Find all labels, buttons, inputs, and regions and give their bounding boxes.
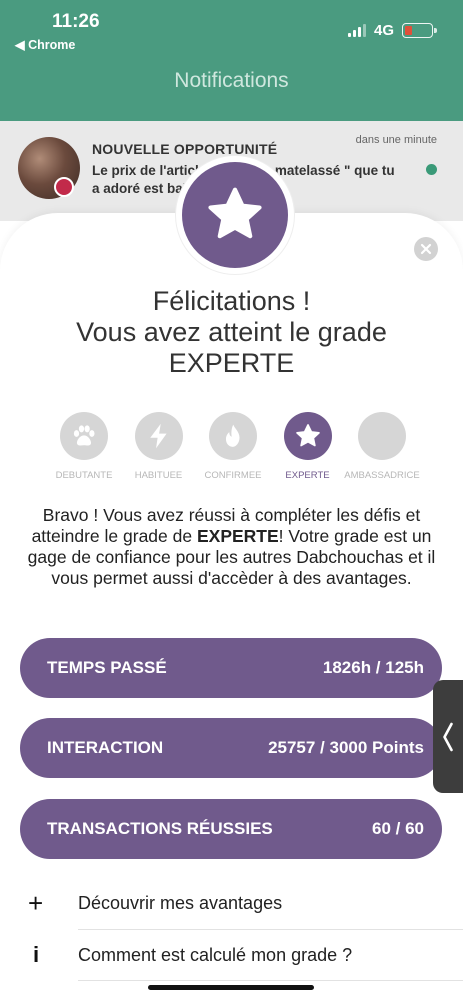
blank-icon: [358, 412, 406, 460]
grade-habituee[interactable]: HABITUEE: [123, 412, 195, 481]
stat-label: INTERACTION: [47, 738, 164, 757]
side-drawer-handle[interactable]: [433, 680, 463, 793]
grade-progress: DEBUTANTE HABITUEE CONFIRMEE EXPERTE AMB…: [48, 412, 420, 481]
battery-icon: [402, 23, 437, 38]
stat-label: TEMPS PASSÉ: [47, 658, 167, 677]
app-header: 11:26 ◀ Chrome 4G Notifications: [0, 0, 463, 121]
grade-label: DEBUTANTE: [55, 470, 113, 481]
grade-description: Bravo ! Vous avez réussi à compléter les…: [14, 505, 449, 589]
unread-dot-icon: [426, 164, 437, 175]
stat-label: TRANSACTIONS RÉUSSIES: [47, 819, 273, 838]
tag-badge-icon: [54, 177, 74, 197]
grade-confirmee[interactable]: CONFIRMEE: [197, 412, 269, 481]
congratulations-title: Félicitations ! Vous avez atteint le gra…: [0, 286, 463, 379]
grade-label: CONFIRMEE: [204, 470, 262, 481]
divider: [78, 980, 463, 981]
title-line-1: Félicitations !: [152, 286, 311, 316]
stat-value: 60 / 60: [372, 819, 424, 838]
paw-icon: [73, 425, 95, 446]
notification-time: dans une minute: [355, 134, 437, 146]
grade-calculation-link[interactable]: i Comment est calculé mon grade ?: [0, 930, 463, 980]
stat-temps-passe: TEMPS PASSÉ 1826h / 125h: [20, 638, 442, 698]
grade-label: AMBASSADRICE: [344, 470, 420, 481]
status-time: 11:26: [52, 11, 100, 32]
grade-label: EXPERTE: [285, 470, 330, 481]
signal-icon: [347, 24, 366, 37]
stat-interaction: INTERACTION 25757 / 3000 Points: [20, 718, 442, 778]
info-icon: i: [33, 942, 40, 967]
grade-debutante[interactable]: DEBUTANTE: [48, 412, 120, 481]
stat-transactions: TRANSACTIONS RÉUSSIES 60 / 60: [20, 799, 442, 859]
lightning-icon: [149, 423, 167, 449]
notification-heading: NOUVELLE OPPORTUNITÉ: [92, 141, 278, 157]
link-label: Comment est calculé mon grade ?: [78, 944, 353, 965]
link-label: Découvrir mes avantages: [78, 892, 283, 913]
close-icon: [420, 243, 432, 255]
star-icon: [295, 424, 320, 447]
grade-experte[interactable]: EXPERTE: [272, 412, 344, 481]
discover-advantages-link[interactable]: + Découvrir mes avantages: [0, 878, 463, 928]
back-to-chrome-link[interactable]: ◀ Chrome: [15, 37, 75, 52]
page-title: Notifications: [174, 69, 289, 92]
grade-medal: [176, 156, 294, 274]
title-line-2: Vous avez atteint le grade: [76, 317, 387, 347]
title-line-3: EXPERTE: [168, 348, 295, 378]
home-indicator[interactable]: [148, 985, 314, 990]
grade-label: HABITUEE: [134, 470, 183, 481]
flame-icon: [225, 424, 240, 447]
grade-ambassadrice[interactable]: AMBASSADRICE: [344, 412, 420, 481]
network-type: 4G: [373, 22, 394, 39]
description-grade: EXPERTE: [196, 526, 279, 546]
chevron-left-icon: [443, 722, 453, 751]
star-icon: [208, 187, 262, 239]
plus-icon: +: [28, 887, 44, 918]
stat-value: 25757 / 3000 Points: [268, 738, 424, 757]
status-indicators: 4G: [347, 22, 437, 39]
stat-value: 1826h / 125h: [322, 658, 424, 677]
close-button[interactable]: [414, 237, 438, 261]
